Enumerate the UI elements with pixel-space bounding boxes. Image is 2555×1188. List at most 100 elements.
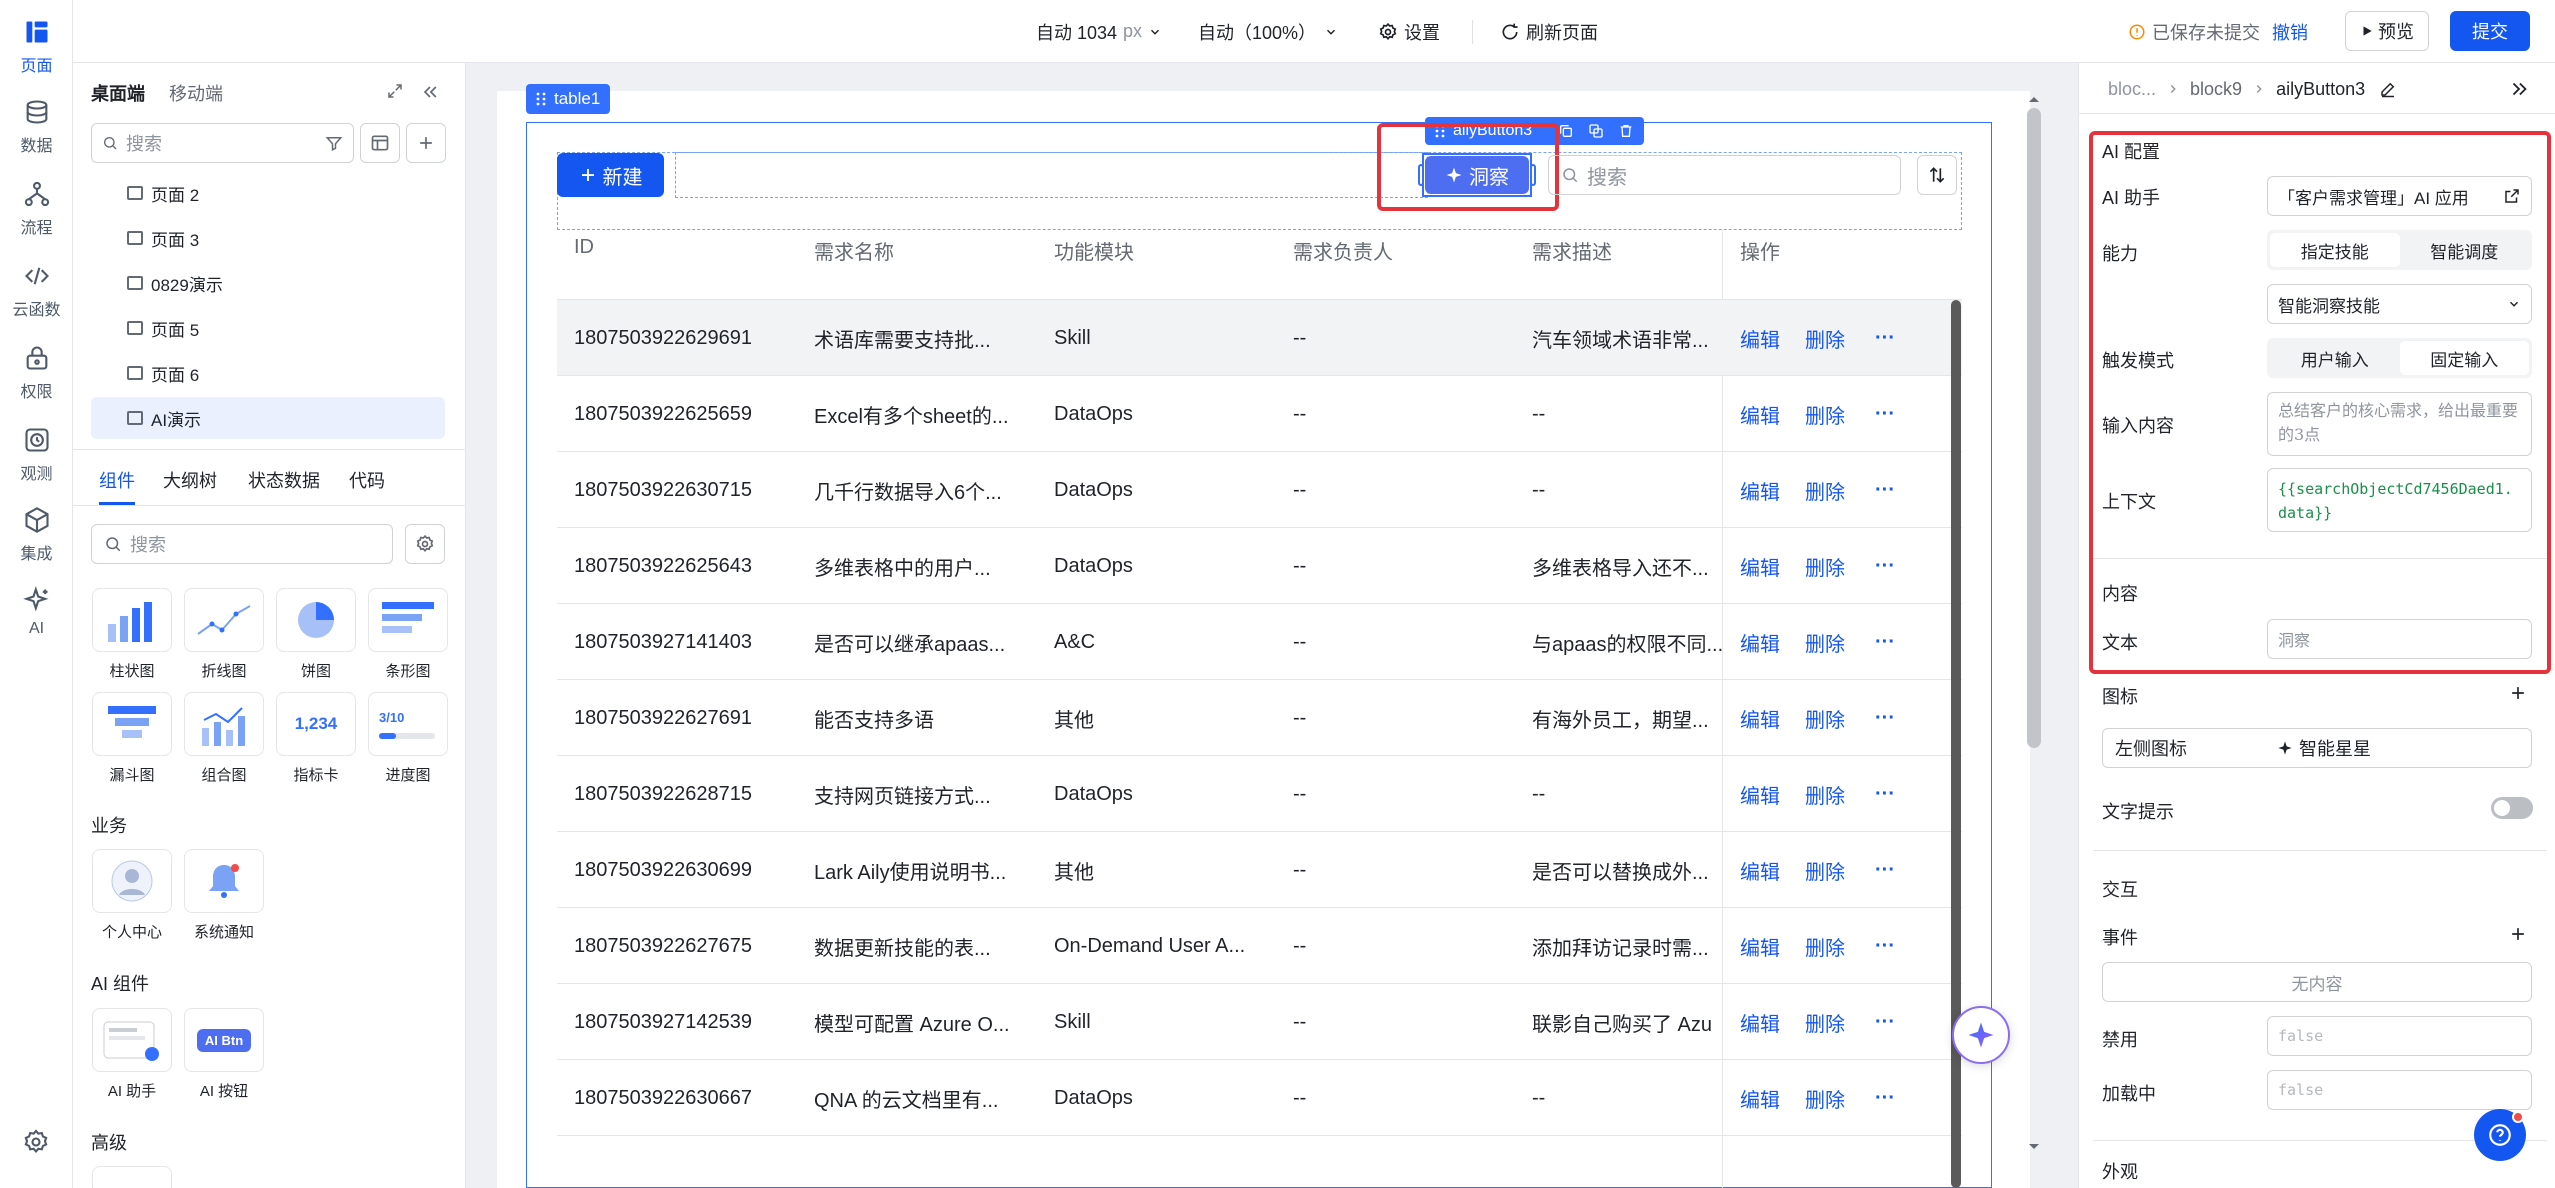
rail-item-integration[interactable]: 集成 — [0, 506, 73, 564]
new-button[interactable]: 新建 — [557, 153, 664, 197]
trigger-option-user[interactable]: 用户输入 — [2270, 341, 2400, 375]
ai-float-button[interactable] — [1952, 1006, 2010, 1064]
delete-action-link[interactable]: 删除 — [1805, 452, 1845, 528]
edit-action-link[interactable]: 编辑 — [1740, 452, 1780, 528]
more-action-link[interactable]: ··· — [1875, 528, 1895, 604]
table-tag[interactable]: table1 — [526, 84, 611, 114]
table-row[interactable]: 1807503922625659 Excel有多个sheet的... DataOps… — [557, 376, 1962, 452]
refresh-button[interactable]: 刷新页面 — [1500, 0, 1598, 63]
rail-item-data[interactable]: 数据 — [0, 98, 73, 156]
sort-button[interactable] — [1917, 155, 1957, 195]
add-page-button[interactable] — [406, 123, 446, 163]
more-action-link[interactable]: ··· — [1875, 908, 1895, 984]
component-metric-card[interactable]: 1,234 指标卡 — [276, 692, 356, 785]
component-bar-chart[interactable]: 柱状图 — [92, 588, 172, 681]
tab-state[interactable]: 状态数据 — [248, 467, 320, 493]
tab-components[interactable]: 组件 — [99, 467, 135, 493]
delete-action-link[interactable]: 删除 — [1805, 1060, 1845, 1136]
column-header-owner[interactable]: 需求负责人 — [1293, 236, 1393, 265]
component-user-center[interactable]: 个人中心 — [92, 849, 172, 942]
tab-outline[interactable]: 大纲树 — [163, 467, 217, 493]
more-action-link[interactable]: ··· — [1875, 604, 1895, 680]
page-item[interactable]: 页面 2 — [91, 172, 445, 214]
delete-action-link[interactable]: 删除 — [1805, 376, 1845, 452]
help-button[interactable] — [2474, 1109, 2526, 1161]
edit-action-link[interactable]: 编辑 — [1740, 832, 1780, 908]
gear-icon[interactable] — [22, 1128, 50, 1156]
submit-button[interactable]: 提交 — [2450, 11, 2530, 51]
capability-option-skill[interactable]: 指定技能 — [2270, 233, 2400, 267]
more-action-link[interactable]: ··· — [1875, 756, 1895, 832]
more-action-link[interactable]: ··· — [1875, 376, 1895, 452]
delete-action-link[interactable]: 删除 — [1805, 680, 1845, 756]
skill-select[interactable]: 智能洞察技能 — [2267, 284, 2532, 324]
more-action-link[interactable]: ··· — [1875, 1060, 1895, 1136]
column-header-desc[interactable]: 需求描述 — [1532, 236, 1612, 265]
tooltip-switch[interactable] — [2491, 797, 2533, 819]
canvas-scrollbar-thumb[interactable] — [2027, 108, 2041, 748]
edit-action-link[interactable]: 编辑 — [1740, 376, 1780, 452]
column-header-id[interactable]: ID — [574, 236, 594, 259]
component-notification[interactable]: 系统通知 — [184, 849, 264, 942]
width-select[interactable]: 自动 1034 px — [1036, 0, 1162, 63]
rail-item-permission[interactable]: 权限 — [0, 344, 73, 402]
input-content-textarea[interactable]: 总结客户的核心需求，给出最重要的3点 — [2267, 392, 2532, 456]
page-item[interactable]: 页面 3 — [91, 217, 445, 259]
edit-action-link[interactable]: 编辑 — [1740, 528, 1780, 604]
table-row[interactable]: 1807503922629691 术语库需要支持批... Skill -- 汽车领域术语… — [557, 300, 1962, 376]
page-item[interactable]: 页面 6 — [91, 352, 445, 394]
context-input[interactable]: {{searchObjectCd7456Daed1.data}} — [2267, 468, 2532, 532]
expand-icon[interactable] — [386, 82, 404, 100]
collapse-icon[interactable] — [420, 82, 440, 102]
component-ai-button[interactable]: AI Btn AI 按钮 — [184, 1008, 264, 1101]
component-bar-horizontal[interactable]: 条形图 — [368, 588, 448, 681]
external-link-icon[interactable] — [2503, 187, 2521, 205]
column-header-module[interactable]: 功能模块 — [1054, 236, 1134, 265]
duplicate-icon[interactable] — [1588, 123, 1604, 139]
more-action-link[interactable]: ··· — [1875, 832, 1895, 908]
table-row[interactable]: 1807503927141403 是否可以继承apaas... A&C -- 与apaa… — [557, 604, 1962, 680]
zoom-select[interactable]: 自动（100%） — [1198, 0, 1338, 63]
breadcrumb-item[interactable]: bloc... — [2108, 79, 2156, 100]
disabled-input[interactable]: false — [2267, 1016, 2532, 1056]
more-action-link[interactable]: ··· — [1875, 300, 1895, 376]
delete-action-link[interactable]: 删除 — [1805, 908, 1845, 984]
edit-action-link[interactable]: 编辑 — [1740, 604, 1780, 680]
table-row[interactable]: 1807503922627675 数据更新技能的表... On-Demand Use… — [557, 908, 1962, 984]
resize-handle[interactable] — [1418, 164, 1424, 186]
component-combo-chart[interactable]: 组合图 — [184, 692, 264, 785]
table-row[interactable]: 1807503922627691 能否支持多语 其他 -- 有海外员工，期望... 编辑删… — [557, 680, 1962, 756]
table-row[interactable]: 1807503922630667 QNA 的云文档里有... DataOps -- --… — [557, 1060, 1962, 1136]
page-search-input[interactable]: 搜索 — [91, 123, 354, 163]
edit-action-link[interactable]: 编辑 — [1740, 300, 1780, 376]
component-ai-assistant[interactable]: AI 助手 — [92, 1008, 172, 1101]
component-advanced-partial[interactable] — [92, 1166, 172, 1188]
rail-item-monitor[interactable]: 观测 — [0, 426, 73, 484]
capability-option-dispatch[interactable]: 智能调度 — [2400, 233, 2530, 267]
tab-mobile[interactable]: 移动端 — [169, 80, 223, 106]
insight-button[interactable]: 洞察 — [1425, 156, 1529, 194]
edit-action-link[interactable]: 编辑 — [1740, 908, 1780, 984]
delete-action-link[interactable]: 删除 — [1805, 756, 1845, 832]
rail-item-cloud-function[interactable]: 云函数 — [0, 262, 73, 320]
plus-icon[interactable] — [2508, 683, 2528, 703]
component-line-chart[interactable]: 折线图 — [184, 588, 264, 681]
table-row[interactable]: 1807503922628715 支持网页链接方式... DataOps -- -- 编辑… — [557, 756, 1962, 832]
table-row[interactable]: 1807503927142539 模型可配置 Azure O... Skill -- 联… — [557, 984, 1962, 1060]
delete-action-link[interactable]: 删除 — [1805, 300, 1845, 376]
more-action-link[interactable]: ··· — [1875, 452, 1895, 528]
page-layout-button[interactable] — [360, 123, 400, 163]
loading-input[interactable]: false — [2267, 1070, 2532, 1110]
resize-handle[interactable] — [1530, 164, 1536, 186]
edit-action-link[interactable]: 编辑 — [1740, 984, 1780, 1060]
left-icon-field[interactable]: 左侧图标 智能星星 — [2102, 728, 2532, 768]
delete-action-link[interactable]: 删除 — [1805, 604, 1845, 680]
delete-action-link[interactable]: 删除 — [1805, 984, 1845, 1060]
plus-icon[interactable] — [2508, 924, 2528, 944]
revoke-link[interactable]: 撤销 — [2272, 19, 2308, 45]
page-item-selected[interactable]: AI演示 — [91, 397, 445, 439]
preview-button[interactable]: 预览 — [2345, 11, 2429, 51]
table-row[interactable]: 1807503922630699 Lark Aily使用说明书... 其他 -- 是否可… — [557, 832, 1962, 908]
rail-item-page[interactable]: 页面 — [0, 18, 73, 76]
column-header-name[interactable]: 需求名称 — [814, 236, 894, 265]
